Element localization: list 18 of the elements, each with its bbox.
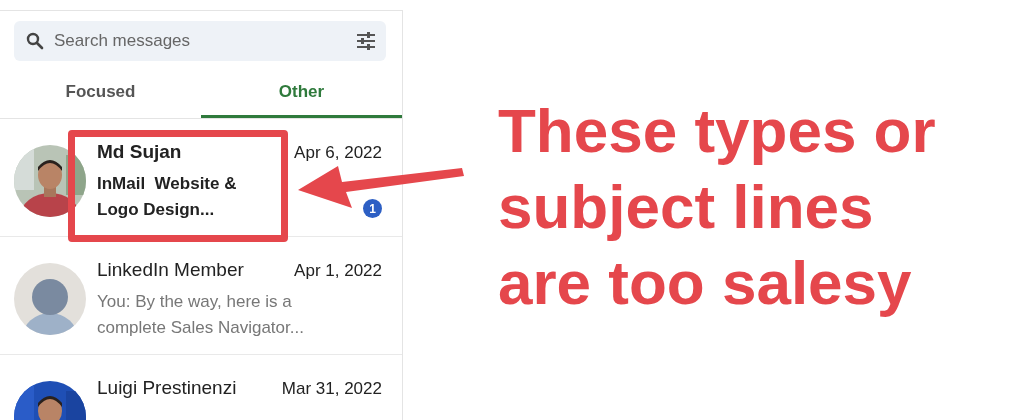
sender-name: Md Sujan <box>97 141 182 163</box>
unread-badge: 1 <box>363 199 382 218</box>
search-input[interactable]: Search messages <box>52 30 348 52</box>
conversation-item[interactable]: LinkedIn Member Apr 1, 2022 You: By the way, here is a complete Sales Navigator... <box>0 237 402 355</box>
conversation-item[interactable]: Luigi Prestinenzi Mar 31, 2022 <box>0 355 402 420</box>
message-date: Mar 31, 2022 <box>281 379 382 399</box>
message-preview: InMail Website & Logo Design... <box>97 173 238 221</box>
tab[interactable]: Other <box>201 69 402 118</box>
annotation-text: These types or subject lines are too salesy <box>498 95 937 319</box>
filter-icon[interactable] <box>356 32 376 50</box>
search-icon <box>26 32 44 50</box>
sender-name: Luigi Prestinenzi <box>97 377 237 399</box>
sender-name: LinkedIn Member <box>97 259 244 281</box>
message-date: Apr 1, 2022 <box>294 261 382 281</box>
tab[interactable]: Focused <box>0 69 201 118</box>
message-preview: You: By the way, here is a complete Sales Navigator... <box>97 291 305 339</box>
search-field[interactable]: Search messages <box>14 21 386 61</box>
message-date: Apr 6, 2022 <box>294 143 382 163</box>
